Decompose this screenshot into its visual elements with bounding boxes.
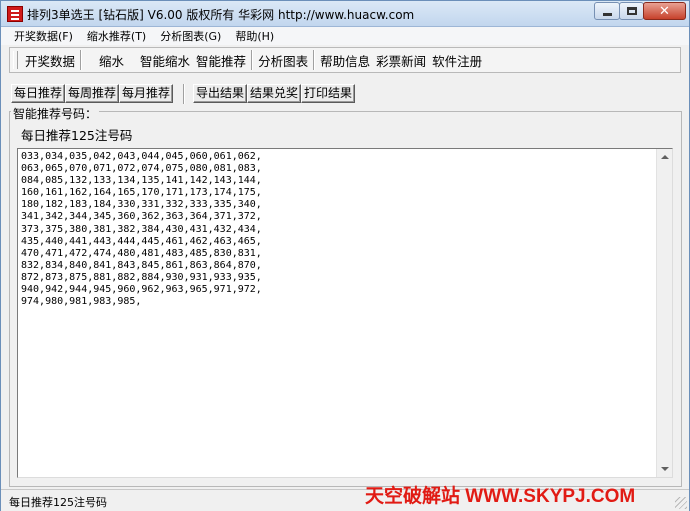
tab-weekly[interactable]: 每周推荐 bbox=[65, 84, 120, 103]
resize-grip-icon[interactable] bbox=[675, 497, 687, 509]
analysis-charts-button[interactable]: 分析图表 bbox=[255, 51, 311, 70]
maximize-icon bbox=[626, 7, 637, 15]
toolbar: 开奖数据 缩水 智能缩水 智能推荐 分析图表 帮助信息 彩票新闻 软件注册 bbox=[9, 47, 681, 73]
help-info-button[interactable]: 帮助信息 bbox=[317, 51, 373, 70]
app-logo-icon bbox=[7, 6, 23, 22]
result-numbers[interactable]: 033,034,035,042,043,044,045,060,061,062,… bbox=[21, 151, 651, 308]
scroll-up-button[interactable] bbox=[657, 149, 673, 165]
tab-monthly[interactable]: 每月推荐 bbox=[119, 84, 174, 103]
close-button[interactable]: ✕ bbox=[643, 2, 686, 20]
menu-help[interactable]: 帮助(H) bbox=[228, 28, 281, 44]
register-button[interactable]: 软件注册 bbox=[429, 51, 485, 70]
lottery-data-button[interactable]: 开奖数据 bbox=[22, 51, 78, 70]
scroll-down-button[interactable] bbox=[657, 461, 673, 477]
minimize-button[interactable] bbox=[594, 2, 620, 20]
result-actions: 导出结果 结果兑奖 打印结果 bbox=[193, 84, 356, 103]
smart-recommend-button[interactable]: 智能推荐 bbox=[193, 51, 249, 70]
minimize-icon bbox=[602, 12, 612, 16]
close-icon: ✕ bbox=[659, 3, 670, 19]
vertical-scrollbar[interactable] bbox=[656, 149, 672, 477]
arrow-up-icon bbox=[661, 155, 669, 159]
maximize-button[interactable] bbox=[619, 2, 644, 20]
check-prize-button[interactable]: 结果兑奖 bbox=[247, 84, 302, 103]
app-window: 排列3单选王 [钻石版] V6.00 版权所有 华彩网 http://www.h… bbox=[0, 0, 690, 511]
site-watermark: 天空破解站 WWW.SKYPJ.COM bbox=[365, 486, 636, 507]
result-textarea[interactable]: 033,034,035,042,043,044,045,060,061,062,… bbox=[17, 148, 673, 478]
lottery-news-button[interactable]: 彩票新闻 bbox=[373, 51, 429, 70]
status-text: 每日推荐125注号码 bbox=[9, 496, 107, 509]
toolbar-separator bbox=[80, 50, 83, 70]
arrow-down-icon bbox=[661, 467, 669, 471]
recommend-summary: 每日推荐125注号码 bbox=[21, 128, 133, 143]
menu-shrink-recommend[interactable]: 缩水推荐(T) bbox=[80, 28, 153, 44]
smart-shrink-button[interactable]: 智能缩水 bbox=[137, 51, 193, 70]
group-legend: 智能推荐号码： bbox=[11, 105, 100, 122]
toolbar-separator bbox=[313, 50, 316, 70]
menu-bar: 开奖数据(F) 缩水推荐(T) 分析图表(G) 帮助(H) bbox=[1, 27, 689, 45]
toolbar-grip[interactable] bbox=[13, 51, 18, 69]
export-results-button[interactable]: 导出结果 bbox=[193, 84, 248, 103]
title-bar[interactable]: 排列3单选王 [钻石版] V6.00 版权所有 华彩网 http://www.h… bbox=[1, 1, 689, 27]
print-results-button[interactable]: 打印结果 bbox=[301, 84, 356, 103]
tab-daily[interactable]: 每日推荐 bbox=[11, 84, 66, 103]
row-separator bbox=[183, 84, 185, 104]
recommend-tabs: 每日推荐 每周推荐 每月推荐 bbox=[11, 84, 174, 103]
menu-analysis-charts[interactable]: 分析图表(G) bbox=[153, 28, 228, 44]
toolbar-separator bbox=[251, 50, 254, 70]
window-title: 排列3单选王 [钻石版] V6.00 版权所有 华彩网 http://www.h… bbox=[27, 8, 415, 22]
menu-lottery-data[interactable]: 开奖数据(F) bbox=[7, 28, 80, 44]
shrink-button[interactable]: 缩水 bbox=[96, 51, 127, 70]
